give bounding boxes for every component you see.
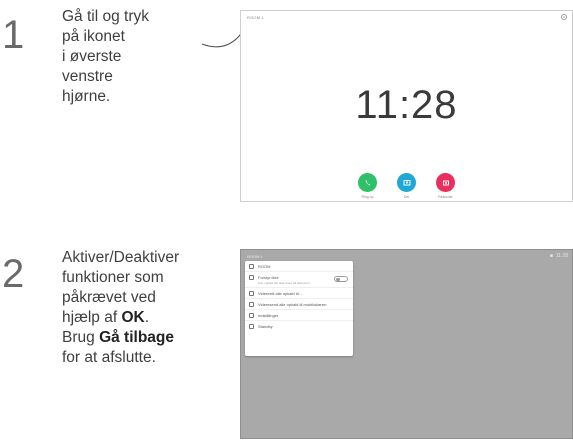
clock-time: 11:28 — [355, 83, 458, 127]
call-label: Ring op — [361, 195, 374, 199]
menu-item-label: Indstillinger — [258, 312, 279, 318]
share-icon — [397, 173, 416, 192]
do-not-disturb-icon — [249, 274, 254, 280]
step-1-line-4: venstre — [62, 68, 113, 85]
step-2-line-4-pre: hjælp af — [62, 309, 122, 326]
menu-item-do-not-disturb[interactable]: Forstyr ikke Kun opkald der skal vises p… — [245, 272, 353, 288]
top-right-status: ■ 11:28 — [550, 253, 568, 259]
room-name-button[interactable]: ROOM 1 — [247, 15, 264, 20]
step-1-line-1: Gå til og tryk — [62, 8, 149, 25]
action-buttons: Ring op Del Rekorder — [241, 173, 572, 199]
step-2-line-4: hjælp af OK. — [62, 308, 232, 328]
menu-item-label: Viderestil alle opkald til... — [258, 290, 302, 296]
menu-item-sublabel: Kun opkald der skal vises på skærmen — [258, 280, 310, 285]
step-2-line-4-post: . — [144, 309, 150, 326]
step-2-line-2: funktioner som — [62, 269, 164, 286]
menu-screen-preview: ROOM 1 ■ 11:28 ROOM Forstyr ikke Kun opk… — [240, 249, 573, 439]
call-icon — [358, 173, 377, 192]
menu-item-label: Forstyr ikke — [258, 274, 279, 280]
menu-item-settings[interactable]: Indstillinger — [245, 310, 353, 321]
menu-item-label: ROOM — [258, 263, 271, 269]
settings-icon — [249, 312, 254, 318]
share-button[interactable]: Del — [397, 173, 416, 199]
step-2-line-5-pre: Brug — [62, 329, 100, 346]
ok-label: OK — [121, 309, 145, 326]
step-1-line-5: hjørne. — [62, 88, 111, 105]
menu-item-forward-mobile[interactable]: Videresend alle opkald til mobil/skærm — [245, 299, 353, 310]
menu-item-standby[interactable]: Standby — [245, 321, 353, 331]
call-button[interactable]: Ring op — [358, 173, 377, 199]
step-1-line-2: på ikonet — [62, 28, 125, 45]
location-icon — [249, 263, 254, 269]
go-back-label: Gå tilbage — [99, 329, 174, 346]
standby-icon — [249, 323, 254, 329]
menu-item-forward-calls[interactable]: Viderestil alle opkald til... — [245, 288, 353, 299]
share-label: Del — [403, 195, 410, 199]
status-time: 11:28 — [555, 253, 568, 259]
menu-item-label: Videresend alle opkald til mobil/skærm — [258, 301, 327, 307]
step-1-number: 1 — [2, 13, 25, 57]
step-1-line-3: i øverste — [62, 48, 122, 65]
record-label: Rekorder — [438, 195, 453, 199]
step-2-instructions: Aktiver/Deaktiver funktioner som påkræve… — [62, 248, 232, 368]
home-screen-preview: ROOM 1 11:28 Ring op Del Rekorder — [240, 10, 573, 202]
camera-icon: ■ — [549, 253, 553, 259]
do-not-disturb-toggle[interactable] — [334, 276, 348, 282]
step-2-line-1: Aktiver/Deaktiver — [62, 249, 180, 266]
monitor-icon — [249, 301, 254, 307]
step-2-line-3: påkrævet ved — [62, 289, 156, 306]
record-icon — [436, 173, 455, 192]
step-2-line-6: for at afslutte. — [62, 349, 156, 366]
record-button[interactable]: Rekorder — [436, 173, 455, 199]
step-2-line-5: Brug Gå tilbage — [62, 328, 232, 348]
step-1-instructions: Gå til og tryk på ikonet i øverste venst… — [62, 7, 190, 107]
gear-icon[interactable] — [560, 13, 568, 21]
settings-menu: ROOM Forstyr ikke Kun opkald der skal vi… — [245, 261, 353, 356]
menu-item-label: Standby — [258, 323, 273, 329]
step-2-number: 2 — [2, 252, 25, 296]
menu-item-room[interactable]: ROOM — [245, 261, 353, 272]
phone-icon — [249, 290, 254, 296]
room-name-button[interactable]: ROOM 1 — [247, 254, 263, 259]
